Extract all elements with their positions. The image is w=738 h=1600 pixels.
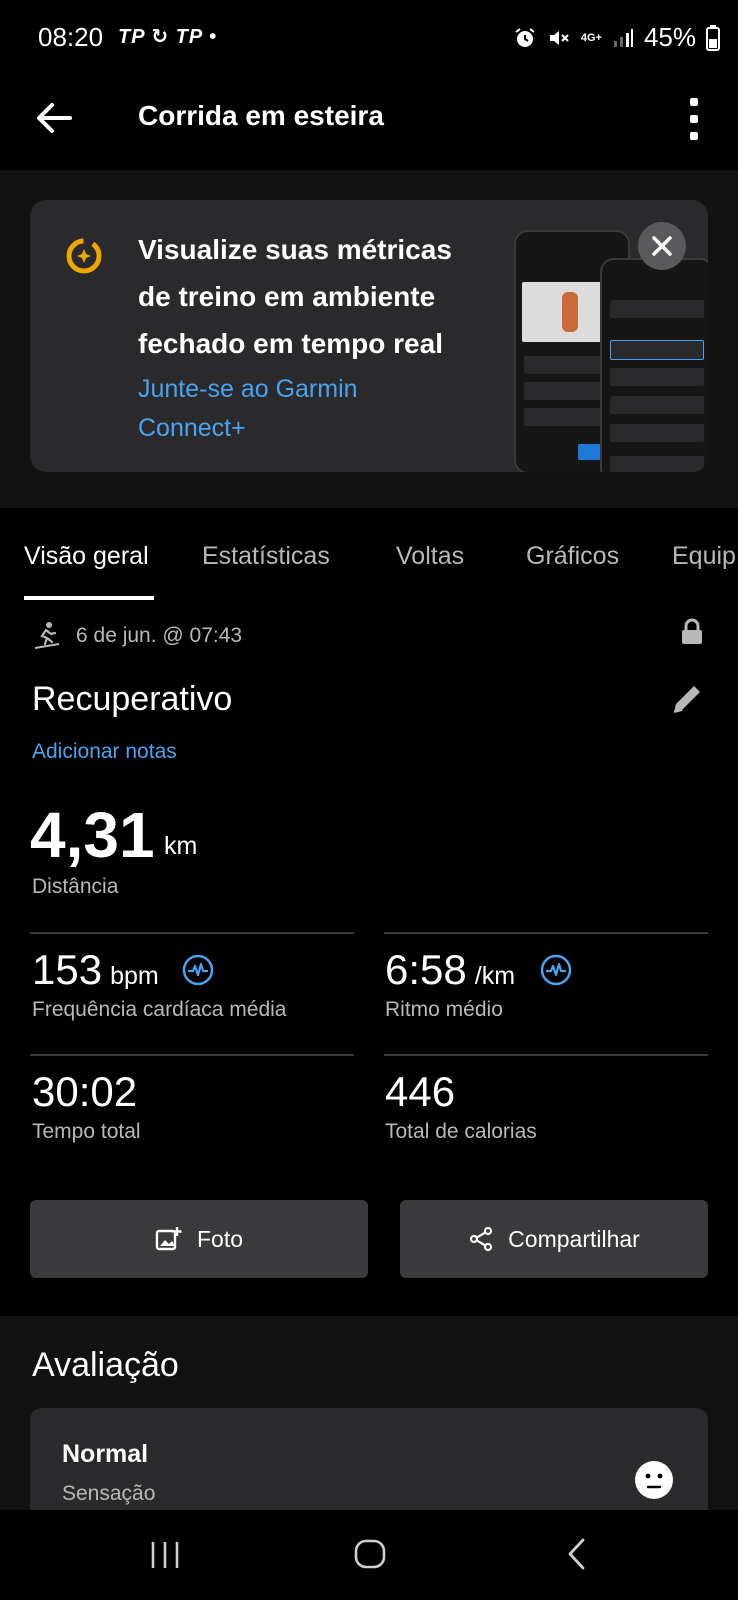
- rating-section: Avaliação Normal Sensação: [0, 1316, 738, 1518]
- promo-phone-image-2: [600, 258, 708, 472]
- divider: [30, 1054, 354, 1056]
- status-right-group: 4G+ 45%: [513, 22, 720, 53]
- activity-name: Recuperativo: [32, 680, 233, 718]
- promo-card[interactable]: Visualize suas métricas de treino em amb…: [30, 200, 708, 472]
- divider: [384, 932, 708, 934]
- distance-label: Distância: [32, 875, 119, 898]
- mute-icon: [549, 30, 569, 45]
- add-photo-icon: [155, 1227, 182, 1251]
- share-icon: [470, 1226, 493, 1252]
- heart-wave-icon[interactable]: [182, 954, 214, 986]
- alarm-icon: [515, 27, 535, 47]
- add-photo-button[interactable]: Foto: [30, 1200, 368, 1278]
- back-arrow-icon: [37, 103, 72, 133]
- home-button[interactable]: [352, 1536, 388, 1572]
- kebab-menu-icon[interactable]: [674, 94, 714, 144]
- calories-label: Total de calorias: [385, 1120, 537, 1143]
- rating-card[interactable]: Normal Sensação: [30, 1408, 708, 1518]
- pace-value: 6:58: [385, 946, 467, 993]
- activity-date: 6 de jun. @ 07:43: [76, 624, 243, 647]
- lock-icon[interactable]: [680, 618, 704, 646]
- add-photo-label: Foto: [196, 1225, 244, 1252]
- pencil-icon[interactable]: [670, 682, 704, 716]
- page-title: Corrida em esteira: [138, 100, 384, 131]
- pace-wave-icon[interactable]: [540, 954, 572, 986]
- pace-stat: 6:58 /km: [385, 946, 515, 994]
- rating-label: Sensação: [62, 1482, 156, 1505]
- system-back-button[interactable]: [562, 1536, 592, 1572]
- total-time-value: 30:02: [32, 1068, 138, 1115]
- heart-rate-unit: bpm: [110, 962, 159, 990]
- active-tab-indicator: [24, 596, 154, 600]
- pace-label: Ritmo médio: [385, 998, 503, 1021]
- battery-icon: [706, 24, 720, 51]
- tab-charts[interactable]: Gráficos: [526, 542, 619, 571]
- promo-link[interactable]: Junte-se ao Garmin Connect+: [138, 370, 408, 448]
- app-bar: Corrida em esteira: [0, 78, 738, 170]
- recents-icon: [151, 1542, 179, 1568]
- total-time-label: Tempo total: [32, 1120, 141, 1143]
- distance-value: 4,31: [30, 799, 155, 871]
- connect-plus-logo-icon: [66, 238, 102, 274]
- divider: [30, 932, 354, 934]
- status-notification-icons: TP ↻ TP •: [118, 26, 218, 48]
- tab-statistics[interactable]: Estatísticas: [202, 542, 330, 571]
- close-button[interactable]: [638, 222, 686, 270]
- heart-rate-label: Frequência cardíaca média: [32, 998, 287, 1021]
- close-icon: [652, 236, 672, 256]
- system-nav-bar: [0, 1510, 738, 1600]
- calories-value: 446: [385, 1068, 456, 1115]
- pace-unit: /km: [474, 962, 516, 990]
- network-type: 4G+: [580, 31, 602, 44]
- promo-section: Visualize suas métricas de treino em amb…: [0, 170, 738, 508]
- battery-percent: 45%: [643, 22, 696, 52]
- add-notes-link[interactable]: Adicionar notas: [32, 740, 177, 764]
- activity-meta: 6 de jun. @ 07:43: [32, 618, 242, 654]
- divider: [384, 1054, 708, 1056]
- status-time: 08:20: [38, 22, 104, 52]
- neutral-face-icon: [635, 1461, 673, 1499]
- share-label: Compartilhar: [508, 1225, 640, 1252]
- home-icon: [354, 1539, 386, 1569]
- rating-title: Avaliação: [32, 1346, 179, 1384]
- heart-rate-stat: 153 bpm: [32, 946, 159, 994]
- tab-bar: Visão geral Estatísticas Voltas Gráficos…: [0, 508, 738, 600]
- tab-laps[interactable]: Voltas: [396, 542, 464, 571]
- rating-value: Normal: [62, 1440, 149, 1468]
- tab-equipment[interactable]: Equip: [672, 542, 736, 571]
- share-button[interactable]: Compartilhar: [400, 1200, 708, 1278]
- promo-title: Visualize suas métricas de treino em amb…: [138, 234, 452, 359]
- tab-overview[interactable]: Visão geral: [24, 542, 149, 571]
- chevron-left-icon: [568, 1538, 585, 1570]
- back-button[interactable]: [32, 96, 76, 140]
- recents-button[interactable]: [148, 1538, 182, 1572]
- heart-rate-value: 153: [32, 946, 103, 993]
- signal-icon: [613, 28, 633, 47]
- treadmill-runner-icon: [34, 622, 60, 649]
- distance-unit: km: [164, 832, 198, 860]
- status-bar: 08:20 TP ↻ TP • 4G+ 45%: [0, 0, 738, 78]
